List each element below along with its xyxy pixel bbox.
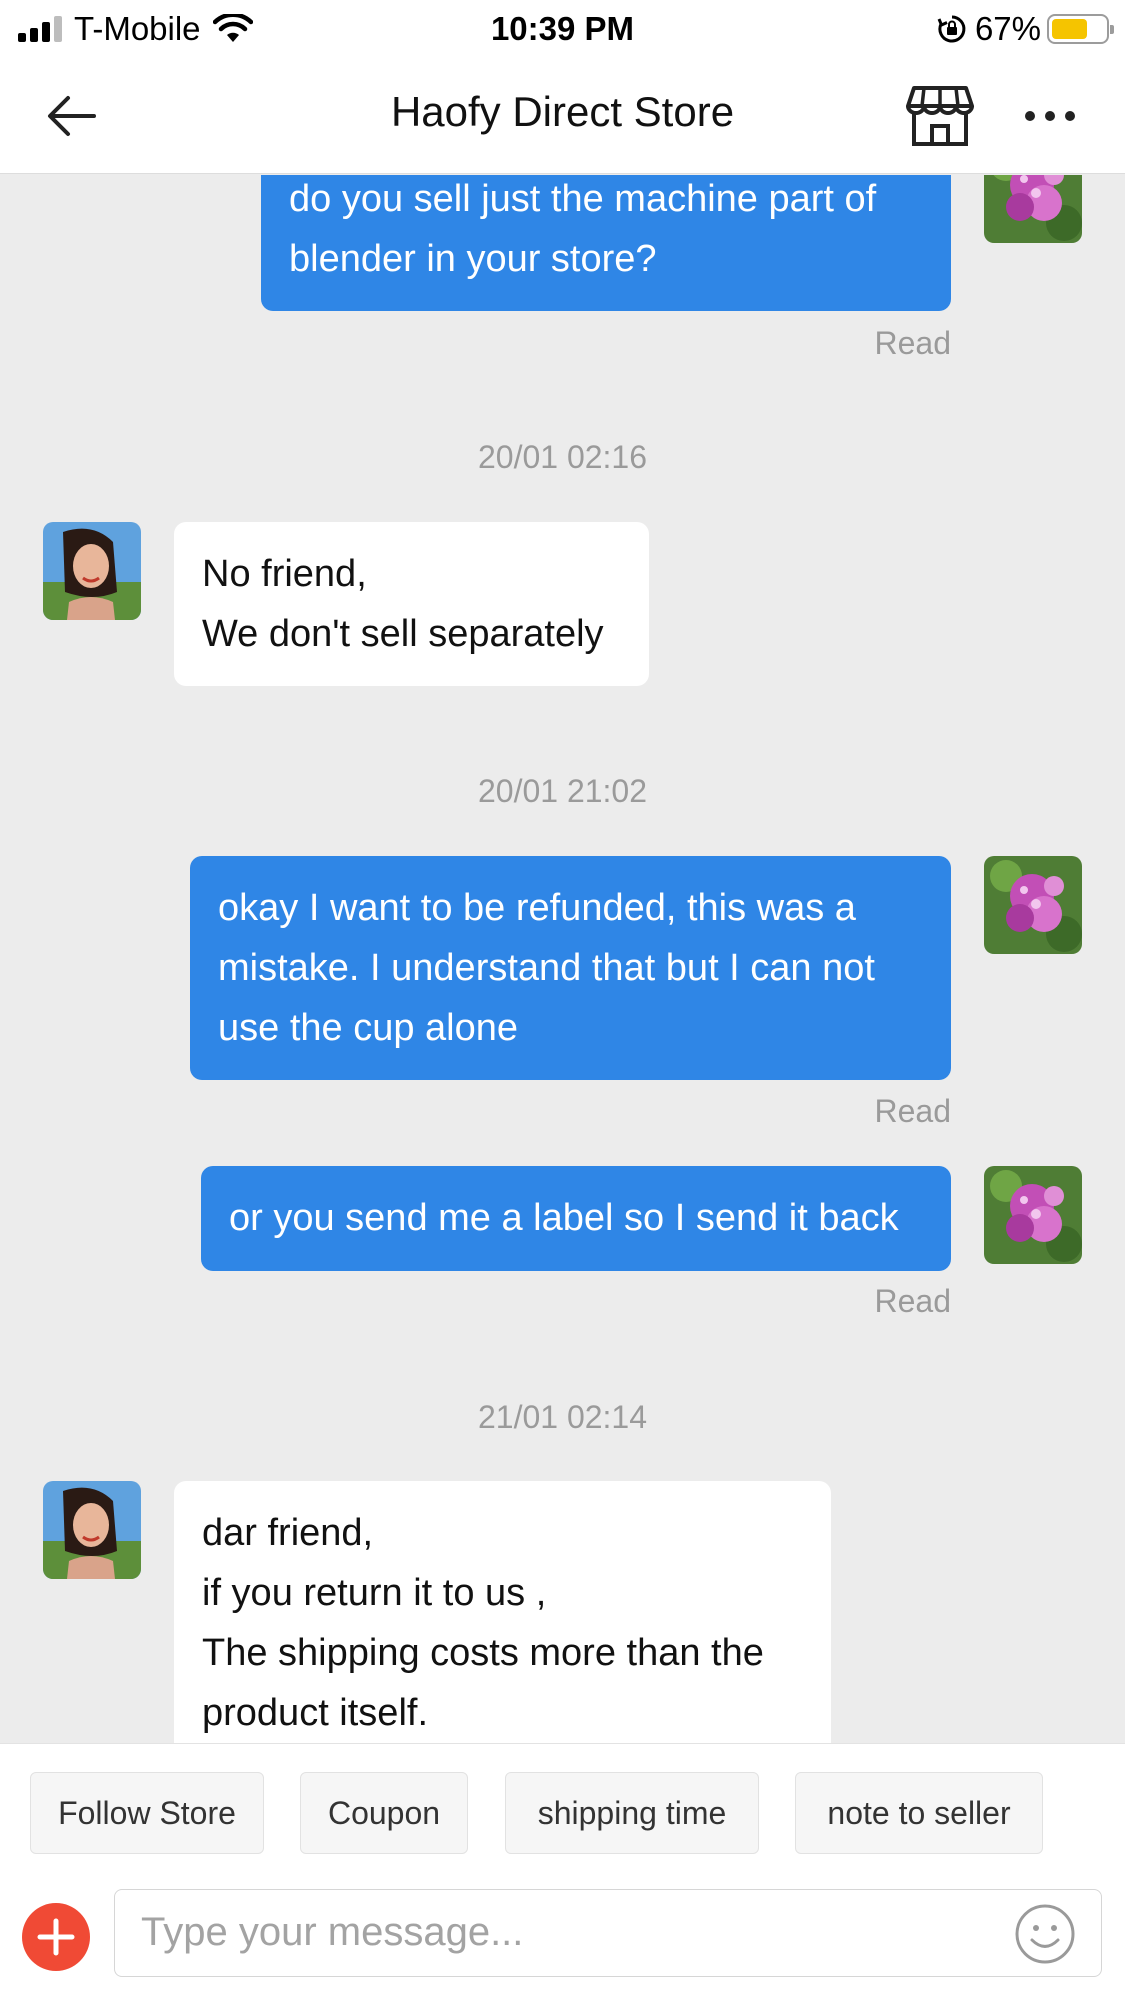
message-text: We don't sell separately <box>202 613 604 655</box>
orientation-lock-icon <box>937 15 966 43</box>
user-avatar[interactable] <box>984 175 1082 243</box>
read-receipt: Read <box>874 325 952 361</box>
message-input[interactable]: Type your message... <box>114 1889 1102 1977</box>
store-button[interactable] <box>904 84 976 148</box>
read-receipt: Read <box>874 1283 952 1319</box>
user-avatar[interactable] <box>984 1166 1082 1264</box>
status-bar: T-Mobile 10:39 PM 67% <box>0 0 1125 56</box>
note-to-seller-chip[interactable]: note to seller <box>795 1772 1043 1854</box>
message-text: product itself. <box>202 1692 428 1734</box>
message-composer: Type your message... <box>0 1875 1125 2000</box>
coupon-chip[interactable]: Coupon <box>300 1772 468 1854</box>
smiley-icon <box>1015 1904 1075 1964</box>
incoming-message[interactable]: No friend, We don't sell separately <box>174 522 649 686</box>
message-timestamp: 20/01 21:02 <box>477 773 648 809</box>
read-receipt: Read <box>874 1093 952 1129</box>
more-options-button[interactable] <box>1020 96 1080 136</box>
quick-reply-bar: Follow Store Coupon shipping time note t… <box>0 1743 1125 1875</box>
message-text: dar friend, <box>202 1512 374 1554</box>
message-timestamp: 21/01 02:14 <box>477 1399 648 1435</box>
add-attachment-button[interactable] <box>22 1903 90 1971</box>
message-text: okay I want to be refunded, this was a <box>218 887 856 929</box>
message-text: do you sell just the machine part of <box>289 178 877 220</box>
outgoing-message[interactable]: do you sell just the machine part of ble… <box>261 175 951 311</box>
emoji-button[interactable] <box>1014 1903 1076 1965</box>
incoming-message[interactable]: dar friend, if you return it to us , The… <box>174 1481 831 1743</box>
chat-header: Haofy Direct Store <box>0 56 1125 174</box>
flower-avatar-image <box>984 175 1082 243</box>
follow-store-chip[interactable]: Follow Store <box>30 1772 264 1854</box>
message-text: or you send me a label so I send it back <box>229 1197 899 1239</box>
battery-icon <box>1047 14 1114 44</box>
flower-avatar-image <box>984 856 1082 954</box>
outgoing-message[interactable]: or you send me a label so I send it back <box>201 1166 951 1271</box>
message-text: mistake. I understand that but I can not <box>218 947 875 989</box>
shipping-time-chip[interactable]: shipping time <box>505 1772 759 1854</box>
outgoing-message[interactable]: okay I want to be refunded, this was a m… <box>190 856 951 1080</box>
message-input-placeholder: Type your message... <box>141 1910 524 1954</box>
storefront-icon <box>906 86 974 146</box>
seller-avatar-image <box>43 1481 141 1579</box>
plus-circle-icon <box>37 1918 75 1956</box>
seller-avatar-image <box>43 522 141 620</box>
flower-avatar-image <box>984 1166 1082 1264</box>
message-text: No friend, <box>202 553 367 595</box>
battery-percent: 67% <box>974 10 1041 47</box>
message-list[interactable]: do you sell just the machine part of ble… <box>0 175 1125 1743</box>
more-dots-icon <box>1025 111 1075 121</box>
message-text: if you return it to us , <box>202 1572 547 1614</box>
message-text: blender in your store? <box>289 238 657 280</box>
seller-avatar[interactable] <box>43 1481 141 1579</box>
message-timestamp: 20/01 02:16 <box>477 439 648 475</box>
seller-avatar[interactable] <box>43 522 141 620</box>
user-avatar[interactable] <box>984 856 1082 954</box>
message-text: use the cup alone <box>218 1007 519 1049</box>
battery-level <box>1052 19 1087 39</box>
message-text: The shipping costs more than the <box>202 1632 764 1674</box>
